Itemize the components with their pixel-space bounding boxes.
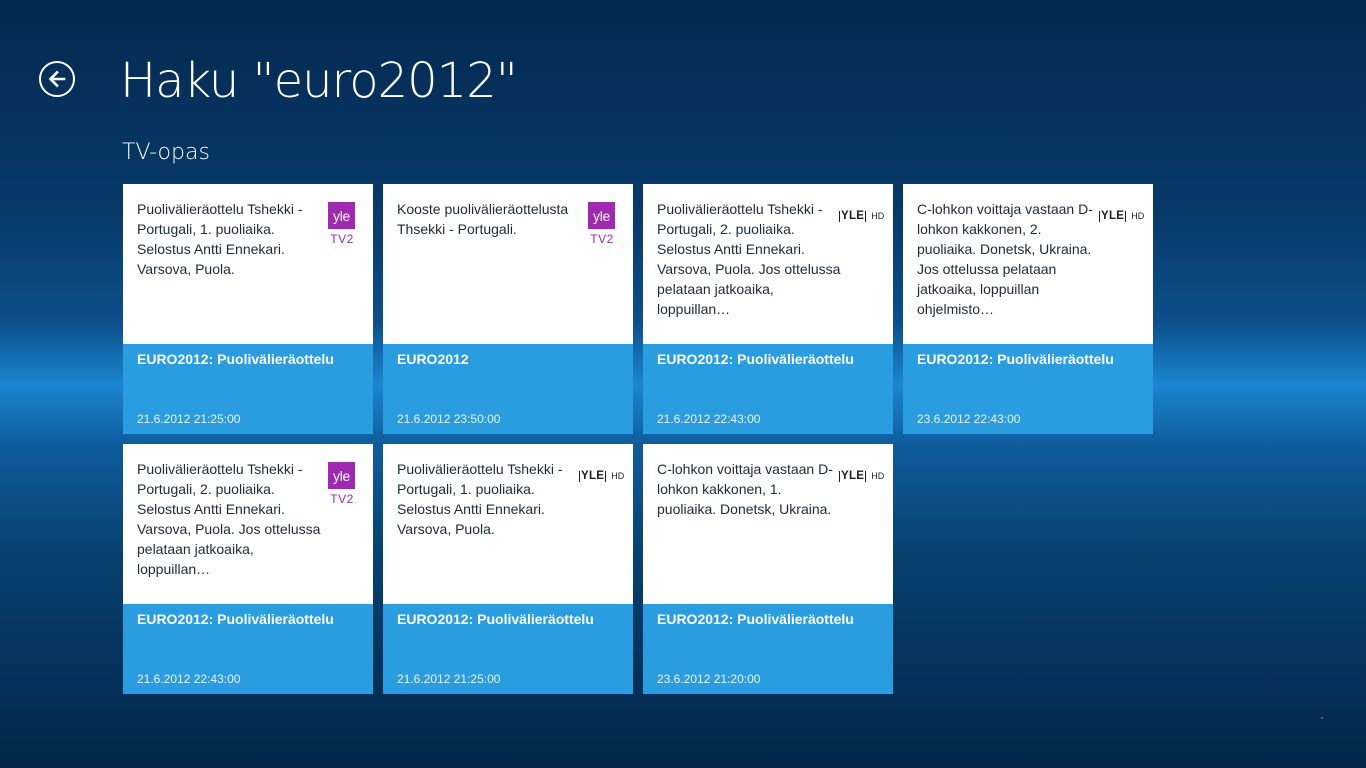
result-tile[interactable]: C-lohkon voittaja vastaan D-lohkon kakko… [643, 444, 893, 694]
logo-divider [1125, 210, 1127, 222]
page-title: Haku "euro2012" [120, 53, 518, 109]
tile-description: Puolivälieräottelu Tshekki - Portugali, … [397, 461, 563, 537]
tile-body: Puolivälieräottelu Tshekki - Portugali, … [383, 444, 633, 604]
tile-description: C-lohkon voittaja vastaan D-lohkon kakko… [917, 201, 1093, 317]
tile-body: Puolivälieräottelu Tshekki - Portugali, … [123, 444, 373, 604]
hd-suffix: HD [871, 471, 885, 481]
tile-body: Puolivälieräottelu Tshekki - Portugali, … [643, 184, 893, 344]
tile-body: Puolivälieräottelu Tshekki - Portugali, … [123, 184, 373, 344]
yle-hd-name: YLE [841, 210, 865, 222]
tile-title: EURO2012: Puolivälieräottelu [137, 611, 334, 627]
hd-suffix: HD [611, 471, 625, 481]
tile-body: C-lohkon voittaja vastaan D-lohkon kakko… [643, 444, 893, 604]
tile-description: C-lohkon voittaja vastaan D-lohkon kakko… [657, 461, 833, 517]
yle-tv2-logo-icon: yle TV2 [588, 202, 616, 248]
yle-hd-logo-icon: YLE HD [578, 469, 624, 483]
logo-divider [865, 210, 867, 222]
tile-time: 21.6.2012 23:50:00 [397, 412, 501, 426]
tile-title: EURO2012: Puolivälieräottelu [657, 611, 854, 627]
tile-footer: EURO2012: Puolivälieräottelu 23.6.2012 2… [643, 604, 893, 694]
yle-hd-logo-icon: YLE HD [1098, 209, 1144, 223]
logo-divider [1099, 210, 1100, 222]
result-tile[interactable]: C-lohkon voittaja vastaan D-lohkon kakko… [903, 184, 1153, 434]
tile-footer: EURO2012: Puolivälieräottelu 21.6.2012 2… [383, 604, 633, 694]
logo-divider [839, 210, 840, 222]
tile-time: 21.6.2012 21:25:00 [137, 412, 241, 426]
yle-hd-name: YLE [841, 470, 865, 482]
tile-description: Kooste puolivälieräottelusta Thsekki - P… [397, 201, 569, 237]
hd-suffix: HD [1131, 211, 1145, 221]
tile-title: EURO2012: Puolivälieräottelu [397, 611, 594, 627]
yle-hd-logo-icon: YLE HD [838, 469, 884, 483]
tv2-label: TV2 [330, 492, 354, 506]
hd-suffix: HD [871, 211, 885, 221]
tile-time: 21.6.2012 22:43:00 [657, 412, 761, 426]
tile-time: 23.6.2012 22:43:00 [917, 412, 1021, 426]
yle-tv2-logo-icon: yle TV2 [328, 462, 356, 508]
tile-time: 23.6.2012 21:20:00 [657, 672, 761, 686]
yle-hd-logo-icon: YLE HD [838, 209, 884, 223]
tile-body: Kooste puolivälieräottelusta Thsekki - P… [383, 184, 633, 344]
tile-title: EURO2012 [397, 351, 469, 367]
back-button[interactable] [39, 61, 75, 97]
tile-title: EURO2012: Puolivälieräottelu [917, 351, 1114, 367]
tv2-label: TV2 [330, 232, 354, 246]
yle-logo-box: yle [328, 202, 355, 229]
tile-footer: EURO2012: Puolivälieräottelu 23.6.2012 2… [903, 344, 1153, 434]
scroll-indicator [1321, 717, 1323, 719]
tile-title: EURO2012: Puolivälieräottelu [657, 351, 854, 367]
result-tile[interactable]: Kooste puolivälieräottelusta Thsekki - P… [383, 184, 633, 434]
tile-description: Puolivälieräottelu Tshekki - Portugali, … [657, 201, 841, 317]
yle-logo-box: yle [588, 202, 615, 229]
tile-time: 21.6.2012 22:43:00 [137, 672, 241, 686]
tv2-label: TV2 [590, 232, 614, 246]
tile-footer: EURO2012: Puolivälieräottelu 21.6.2012 2… [643, 344, 893, 434]
tile-footer: EURO2012 21.6.2012 23:50:00 [383, 344, 633, 434]
tile-body: C-lohkon voittaja vastaan D-lohkon kakko… [903, 184, 1153, 344]
logo-divider [865, 470, 867, 482]
tile-time: 21.6.2012 21:25:00 [397, 672, 501, 686]
yle-logo-box: yle [328, 462, 355, 489]
results-grid: Puolivälieräottelu Tshekki - Portugali, … [123, 184, 1153, 694]
tile-footer: EURO2012: Puolivälieräottelu 21.6.2012 2… [123, 604, 373, 694]
yle-hd-name: YLE [581, 470, 605, 482]
result-tile[interactable]: Puolivälieräottelu Tshekki - Portugali, … [123, 444, 373, 694]
logo-divider [839, 470, 840, 482]
result-tile[interactable]: Puolivälieräottelu Tshekki - Portugali, … [383, 444, 633, 694]
logo-divider [605, 470, 607, 482]
result-tile[interactable]: Puolivälieräottelu Tshekki - Portugali, … [123, 184, 373, 434]
logo-divider [579, 470, 580, 482]
section-title[interactable]: TV-opas [122, 140, 210, 165]
tile-description: Puolivälieräottelu Tshekki - Portugali, … [137, 201, 303, 277]
tile-title: EURO2012: Puolivälieräottelu [137, 351, 334, 367]
yle-tv2-logo-icon: yle TV2 [328, 202, 356, 248]
result-tile[interactable]: Puolivälieräottelu Tshekki - Portugali, … [643, 184, 893, 434]
tile-description: Puolivälieräottelu Tshekki - Portugali, … [137, 461, 321, 577]
back-arrow-icon [48, 70, 66, 88]
tile-footer: EURO2012: Puolivälieräottelu 21.6.2012 2… [123, 344, 373, 434]
yle-hd-name: YLE [1101, 210, 1125, 222]
